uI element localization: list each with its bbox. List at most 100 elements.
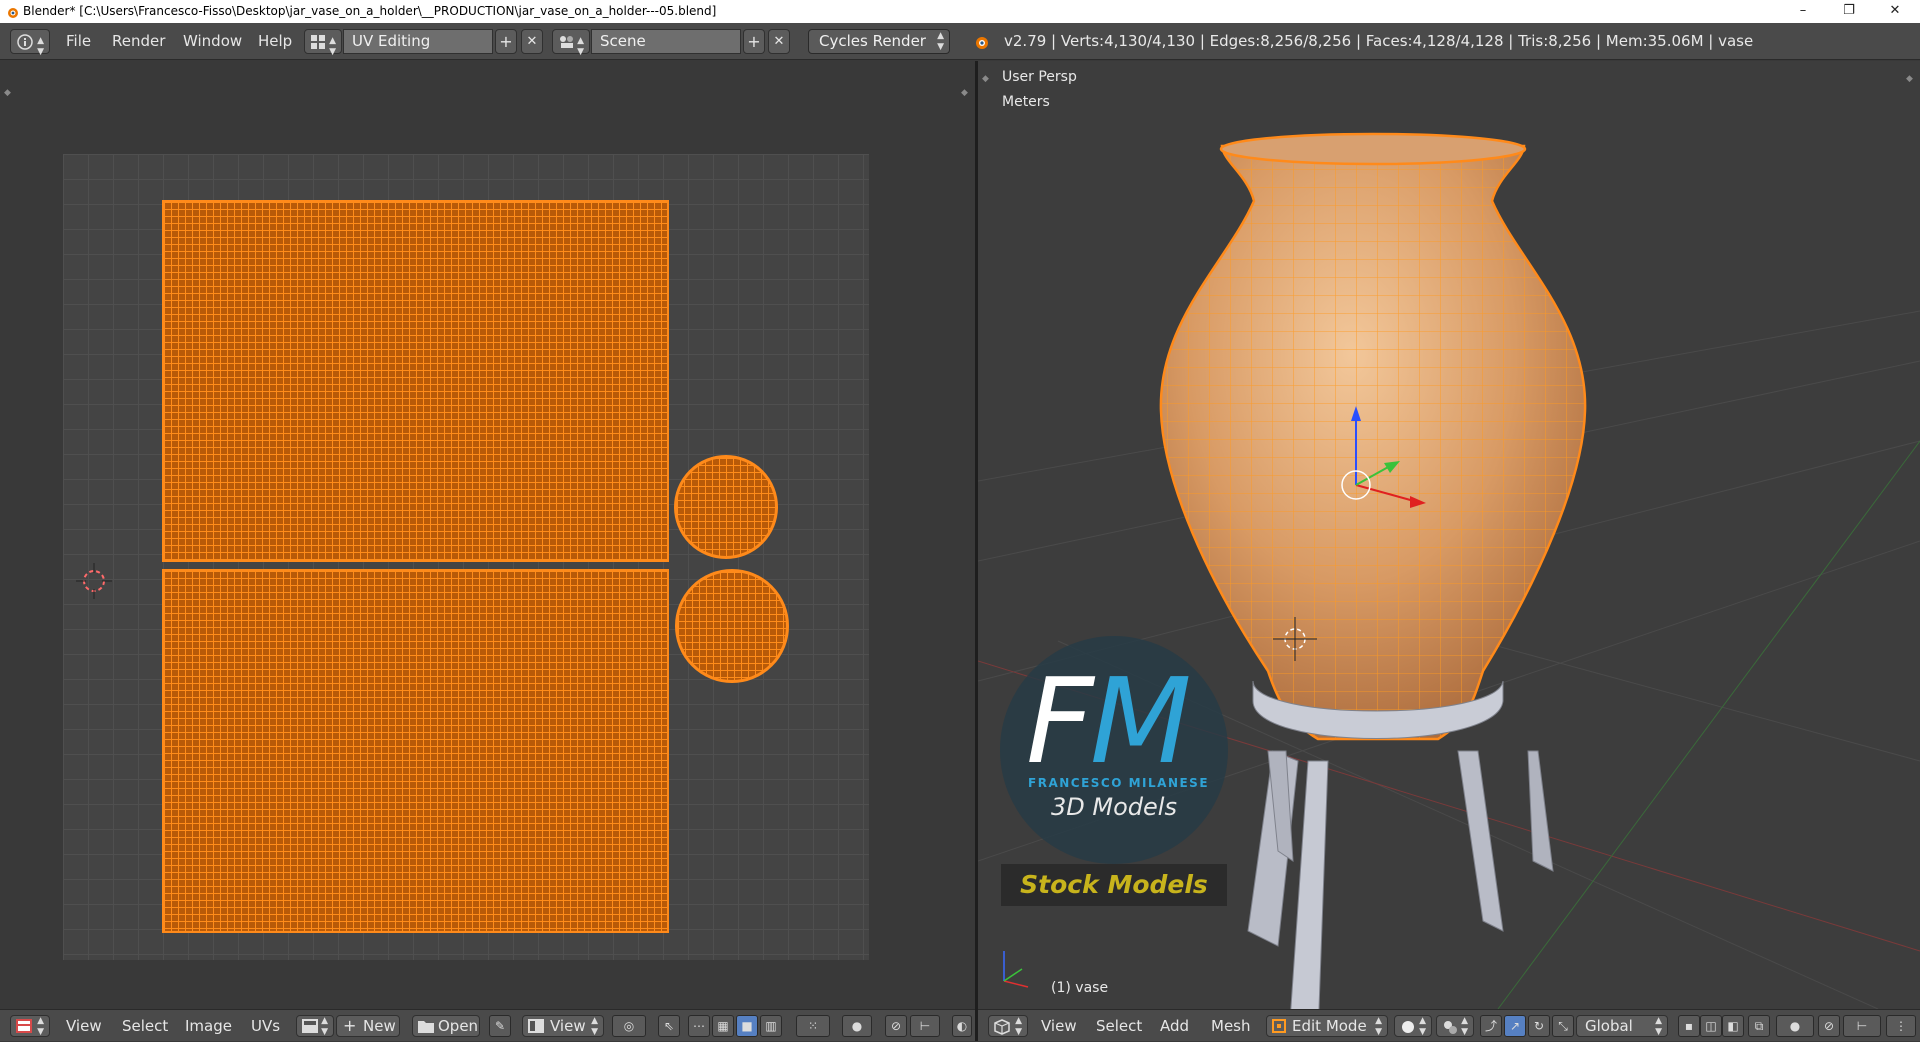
new-image-label: New (363, 1017, 396, 1035)
pin-icon[interactable]: ✎ (489, 1015, 511, 1037)
watermark-badge: Stock Models (1001, 864, 1227, 906)
region-expand-icon[interactable]: ◆ (961, 88, 968, 98)
watermark-author: FRANCESCO MILANESE (1028, 776, 1210, 790)
updown-icon: ▲ ▼ (37, 36, 44, 57)
viewport-shading-dropdown[interactable]: ▲ ▼ (1394, 1015, 1432, 1037)
render-engine-label: Cycles Render (819, 32, 926, 50)
vase-rim[interactable] (1219, 132, 1527, 166)
updown-icon: ▲ ▼ (1655, 1016, 1662, 1037)
uv-view-mode-dropdown[interactable]: View ▲ ▼ (522, 1015, 604, 1037)
viewport-menu-select[interactable]: Select (1096, 1010, 1142, 1042)
uv-island-lower[interactable] (162, 569, 669, 933)
limit-selection-icon[interactable]: ⧉ (1748, 1015, 1770, 1037)
editor-type-selector[interactable]: ▲ ▼ (988, 1015, 1028, 1037)
open-image-label: Open (438, 1017, 479, 1035)
sticky-selection-icon[interactable]: ⁙ (796, 1015, 830, 1037)
view-axis-icon (1003, 951, 1029, 988)
proportional-edit-icon[interactable]: ● (1776, 1015, 1814, 1037)
face-select-icon[interactable]: ■ (736, 1015, 758, 1037)
remove-scene-icon[interactable]: ✕ (768, 29, 790, 54)
watermark-letter-m: M (1089, 652, 1192, 790)
region-expand-icon[interactable]: ◆ (982, 74, 989, 84)
vertex-select-mode-icon[interactable]: ▪ (1678, 1015, 1700, 1037)
snap-icon[interactable]: ⊘ (885, 1015, 907, 1037)
updown-icon: ▲ ▼ (37, 1016, 44, 1037)
render-engine-dropdown[interactable]: Cycles Render ▲ ▼ (808, 29, 950, 54)
image-browse-button[interactable]: ▲ ▼ (296, 1015, 334, 1037)
edge-select-icon[interactable]: ▦ (712, 1015, 734, 1037)
screen-layout-name[interactable]: UV Editing (343, 29, 493, 54)
island-select-icon[interactable]: ▥ (760, 1015, 782, 1037)
render-icon[interactable]: ◐ (952, 1015, 972, 1037)
snap-element-icon[interactable]: ⊢ (1843, 1015, 1881, 1037)
scale-manipulator-icon[interactable]: ⤡ (1552, 1015, 1574, 1037)
restore-button[interactable]: ❐ (1826, 0, 1872, 23)
viewport-menu-add[interactable]: Add (1160, 1010, 1189, 1042)
add-scene-icon[interactable]: + (743, 29, 765, 54)
minimize-button[interactable]: – (1780, 0, 1826, 23)
uv-menu-image[interactable]: Image (185, 1010, 232, 1042)
vertex-select-icon[interactable]: ⋯ (688, 1015, 710, 1037)
updown-icon: ▲ ▼ (321, 1016, 328, 1037)
solid-shading-icon (1402, 1021, 1414, 1033)
manipulator-toggle-icon[interactable]: ⤴ (1480, 1015, 1502, 1037)
edit-mode-icon (1272, 1019, 1286, 1033)
translate-manipulator-icon[interactable]: ↗ (1504, 1015, 1526, 1037)
sync-selection-icon[interactable]: ⇖ (658, 1015, 680, 1037)
scene-name[interactable]: Scene (591, 29, 741, 54)
window-titlebar: Blender* [C:\Users\Francesco-Fisso\Deskt… (0, 0, 1920, 23)
uv-island-upper[interactable] (162, 200, 669, 562)
add-screen-icon[interactable]: + (495, 29, 517, 54)
region-expand-icon[interactable]: ◆ (4, 88, 11, 98)
uv-menu-view[interactable]: View (66, 1010, 102, 1042)
uv-menu-uvs[interactable]: UVs (251, 1010, 280, 1042)
menu-help[interactable]: Help (258, 23, 292, 60)
viewport-menu-mesh[interactable]: Mesh (1211, 1010, 1251, 1042)
3d-view-icon (994, 1019, 1010, 1035)
rotate-manipulator-icon[interactable]: ↻ (1528, 1015, 1550, 1037)
region-expand-icon[interactable]: ◆ (1906, 74, 1913, 84)
snap-icon[interactable]: ⊘ (1818, 1015, 1840, 1037)
uv-image-editor[interactable]: ◆ ◆ (0, 61, 975, 1009)
edge-select-mode-icon[interactable]: ◫ (1700, 1015, 1722, 1037)
pivot-point-dropdown[interactable]: ▲ ▼ (1436, 1015, 1474, 1037)
uv-island-circle-top[interactable] (674, 455, 778, 559)
watermark-subtitle: 3D Models (1051, 793, 1177, 821)
holder-stand[interactable] (1247, 750, 1554, 1009)
transform-orientation-label: Global (1585, 1017, 1633, 1035)
close-window-button[interactable]: ✕ (1872, 0, 1918, 23)
menu-window[interactable]: Window (183, 23, 242, 60)
image-editor-icon (16, 1019, 32, 1033)
editor-type-info-button[interactable]: ▲ ▼ (10, 29, 50, 57)
uv-island-circle-bottom[interactable] (675, 569, 789, 683)
window-title: Blender* [C:\Users\Francesco-Fisso\Deskt… (23, 4, 717, 18)
viewport-menu-view[interactable]: View (1041, 1010, 1077, 1042)
uv-editor-header: ▲ ▼ View Select Image UVs ▲ ▼ + New Open ✎… (0, 1009, 975, 1041)
interaction-mode-dropdown[interactable]: Edit Mode ▲ ▼ (1266, 1015, 1388, 1037)
new-image-button[interactable]: + New (336, 1015, 400, 1037)
scene-statistics: v2.79 | Verts:4,130/4,130 | Edges:8,256/… (1004, 32, 1754, 50)
face-select-mode-icon[interactable]: ◧ (1722, 1015, 1744, 1037)
updown-icon: ▲ ▼ (1375, 1016, 1382, 1037)
snap-target-icon[interactable]: ⋮ (1886, 1015, 1916, 1037)
layout-icon (311, 35, 325, 49)
pivot-icon[interactable]: ◎ (612, 1015, 646, 1037)
open-image-button[interactable]: Open (412, 1015, 480, 1037)
proportional-edit-icon[interactable]: ● (842, 1015, 872, 1037)
transform-orientation-dropdown[interactable]: Global ▲ ▼ (1576, 1015, 1668, 1037)
updown-icon: ▲ ▼ (1419, 1016, 1426, 1037)
menu-file[interactable]: File (66, 23, 91, 60)
pivot-point-icon (1444, 1021, 1457, 1034)
screen-layout-selector[interactable]: ▲ ▼ (304, 29, 342, 57)
blender-logo-icon (976, 37, 988, 49)
editor-type-selector[interactable]: ▲ ▼ (10, 1015, 50, 1037)
remove-screen-icon[interactable]: ✕ (521, 29, 543, 54)
menu-render[interactable]: Render (112, 23, 165, 60)
updown-icon: ▲ ▼ (577, 36, 584, 57)
updown-icon: ▲ ▼ (591, 1016, 598, 1037)
snap-target-icon[interactable]: ⊢ (910, 1015, 940, 1037)
view-mode-icon (528, 1019, 544, 1033)
uv-2d-cursor-icon (76, 563, 112, 599)
uv-menu-select[interactable]: Select (122, 1010, 168, 1042)
scene-selector[interactable]: ▲ ▼ (552, 29, 590, 57)
